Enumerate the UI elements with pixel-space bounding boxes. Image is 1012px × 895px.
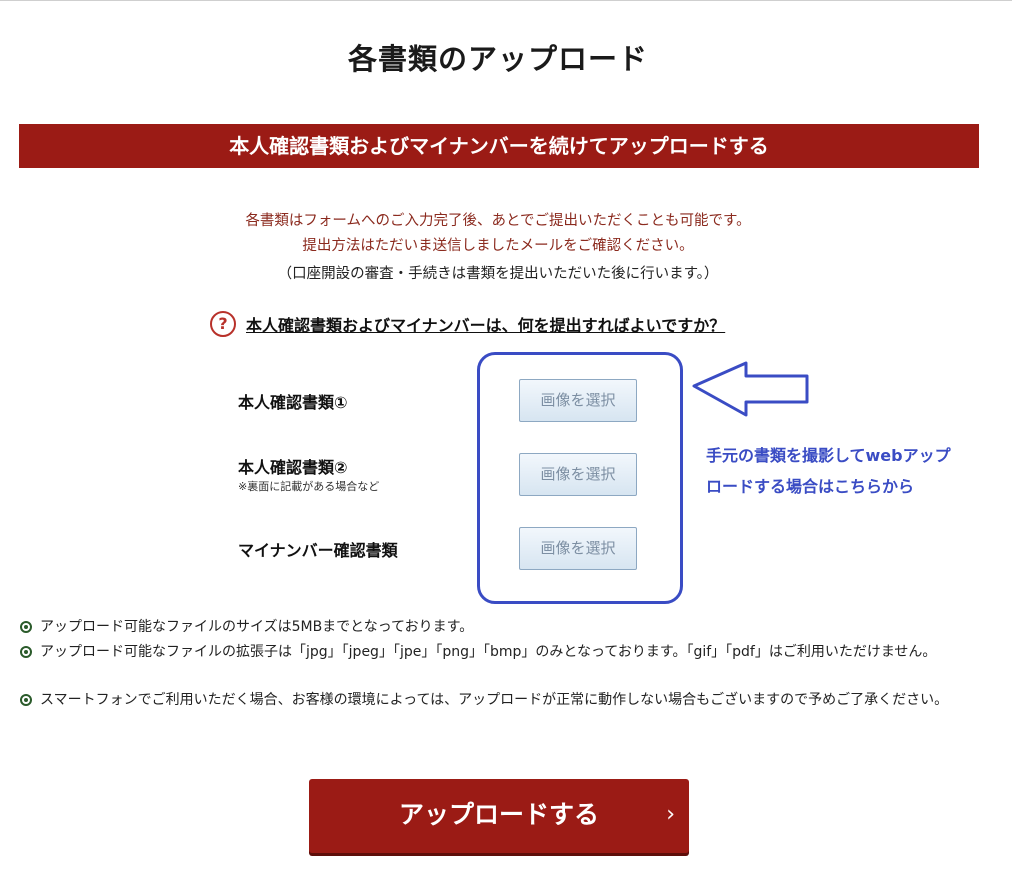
upload-button[interactable]: アップロードする › xyxy=(309,779,689,853)
notice-line-1: 各書類はフォームへのご入力完了後、あとでご提出いただくことも可能です。 xyxy=(245,213,751,229)
doc-label-id-1: 本人確認書類① xyxy=(238,393,348,412)
doc-note-id-2: ※裏面に記載がある場合など xyxy=(238,480,380,493)
question-icon: ? xyxy=(210,311,236,337)
annotation-callout: 手元の書類を撮影してwebアップ ロードする場合はこちらから xyxy=(706,440,1002,502)
annotation-outline xyxy=(477,352,683,604)
chevron-right-icon: › xyxy=(666,802,675,827)
doc-label-mynumber: マイナンバー確認書類 xyxy=(238,541,398,560)
bullet-icon xyxy=(20,646,32,658)
bullet-icon xyxy=(20,621,32,633)
info-bullet-1: アップロード可能なファイルのサイズは5MBまでとなっております。 xyxy=(20,617,980,637)
info-bullet-3: スマートフォンでご利用いただく場合、お客様の環境によっては、アップロードが正常に… xyxy=(20,690,980,710)
notice-line-3: （口座開設の審査・手続きは書類を提出いただいた後に行います。） xyxy=(277,266,719,282)
top-divider xyxy=(0,0,1012,1)
notice-line-2: 提出方法はただいま送信しましたメールをご確認ください。 xyxy=(302,238,694,254)
help-link[interactable]: ? 本人確認書類およびマイナンバーは、何を提出すればよいですか？ xyxy=(210,310,725,338)
help-link-text[interactable]: 本人確認書類およびマイナンバーは、何を提出すればよいですか？ xyxy=(246,312,725,336)
bullet-icon xyxy=(20,694,32,706)
callout-line-1: 手元の書類を撮影してwebアップ xyxy=(706,446,951,465)
info-bullet-2: アップロード可能なファイルの拡張子は「jpg」「jpeg」「jpe」「png」「… xyxy=(20,642,980,662)
upload-button-label: アップロードする xyxy=(398,800,599,829)
section-banner: 本人確認書類およびマイナンバーを続けてアップロードする xyxy=(19,124,979,168)
callout-line-2: ロードする場合はこちらから xyxy=(706,477,915,496)
doc-label-id-2: 本人確認書類② xyxy=(238,458,348,477)
left-arrow-icon xyxy=(692,361,809,417)
bullet-text: アップロード可能なファイルのサイズは5MBまでとなっております。 xyxy=(40,619,474,635)
bullet-text: スマートフォンでご利用いただく場合、お客様の環境によっては、アップロードが正常に… xyxy=(40,692,949,708)
bullet-text: アップロード可能なファイルの拡張子は「jpg」「jpeg」「jpe」「png」「… xyxy=(40,644,937,660)
page-title: 各書類のアップロード xyxy=(347,42,648,76)
